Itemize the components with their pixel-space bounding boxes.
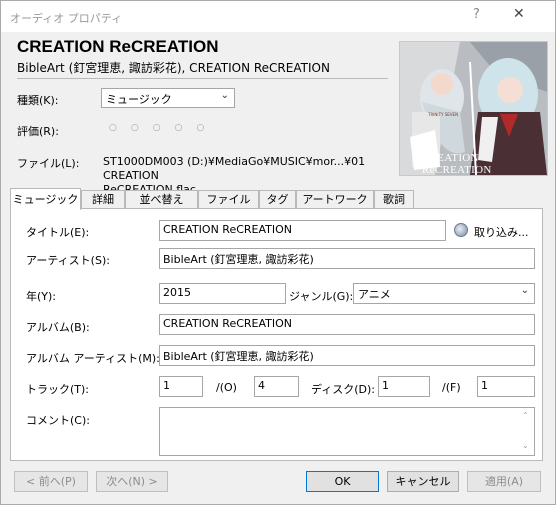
rating-star-icon[interactable]: ○ — [153, 123, 175, 133]
artist-label: アーティスト(S): — [26, 254, 110, 267]
tab-file[interactable]: ファイル — [198, 190, 259, 208]
rating-star-icon[interactable]: ○ — [175, 123, 197, 133]
year-input[interactable]: 2015 — [159, 283, 286, 304]
artist-input[interactable]: BibleArt (釘宮理恵, 諏訪彩花) — [159, 248, 535, 269]
close-button[interactable]: ✕ — [513, 6, 525, 22]
album-input[interactable]: CREATION ReCREATION — [159, 314, 535, 335]
globe-icon[interactable] — [454, 223, 468, 237]
comment-textarea[interactable] — [159, 407, 535, 456]
rating-stars[interactable]: ○○○○○ — [109, 123, 218, 133]
genre-select[interactable]: アニメ ⌄ — [353, 283, 535, 304]
window-title: オーディオ プロパティ — [10, 12, 123, 25]
audio-properties-dialog: オーディオ プロパティ ? ✕ CREATION ReCREATION Bibl… — [0, 0, 556, 505]
scroll-up-icon[interactable]: ⌃ — [522, 411, 529, 420]
year-label: 年(Y): — [26, 290, 57, 303]
import-link[interactable]: 取り込み... — [474, 224, 529, 240]
chevron-down-icon: ⌄ — [220, 90, 229, 101]
title-label: タイトル(E): — [26, 226, 90, 239]
genre-value: アニメ — [358, 288, 391, 301]
album-artist-label: アルバム アーティスト(M): — [26, 352, 160, 365]
file-label: ファイル(L): — [17, 157, 80, 170]
track-input[interactable]: 1 — [159, 376, 203, 397]
album-artwork: TRINITY SEVEN CREATION ReCREATION — [399, 41, 548, 176]
disc-of-label: /(F) — [442, 381, 461, 394]
artist-subtitle: BibleArt (釘宮理恵, 諏訪彩花), CREATION ReCREATI… — [17, 61, 330, 75]
track-total-input[interactable]: 4 — [254, 376, 299, 397]
album-artist-input[interactable]: BibleArt (釘宮理恵, 諏訪彩花) — [159, 345, 535, 366]
disc-label: ディスク(D): — [311, 383, 375, 396]
prev-button[interactable]: < 前へ(P) — [14, 471, 88, 492]
chevron-down-icon: ⌄ — [520, 285, 529, 296]
cancel-button[interactable]: キャンセル — [387, 471, 459, 492]
apply-button[interactable]: 適用(A) — [467, 471, 541, 492]
title-bar: オーディオ プロパティ ? ✕ — [1, 1, 555, 32]
next-button[interactable]: 次へ(N) > — [96, 471, 168, 492]
tab-tags[interactable]: タグ — [259, 190, 296, 208]
ok-button[interactable]: OK — [306, 471, 379, 492]
artwork-series-text: TRINITY SEVEN — [428, 112, 459, 117]
kind-select[interactable]: ミュージック ⌄ — [101, 88, 235, 108]
tab-label: ミュージック — [12, 193, 79, 206]
kind-value: ミュージック — [106, 93, 172, 106]
tab-label: アートワーク — [302, 193, 368, 206]
track-of-label: /(O) — [216, 381, 237, 394]
tab-music[interactable]: ミュージック — [10, 188, 81, 210]
help-button[interactable]: ? — [473, 7, 480, 22]
tab-label: 歌詞 — [383, 193, 405, 206]
kind-label: 種類(K): — [17, 94, 59, 107]
tab-lyrics[interactable]: 歌詞 — [374, 190, 414, 208]
rating-label: 評価(R): — [17, 125, 59, 138]
title-input[interactable]: CREATION ReCREATION — [159, 220, 446, 241]
tab-label: ファイル — [206, 193, 251, 206]
tab-sort[interactable]: 並べ替え — [125, 190, 198, 208]
tab-label: 並べ替え — [139, 193, 184, 206]
track-title-heading: CREATION ReCREATION — [17, 37, 219, 56]
disc-input[interactable]: 1 — [378, 376, 430, 397]
scroll-down-icon[interactable]: ⌄ — [522, 441, 529, 450]
tab-label: 詳細 — [92, 193, 114, 206]
tab-label: タグ — [266, 193, 289, 206]
disc-total-input[interactable]: 1 — [477, 376, 535, 397]
music-tab-panel: タイトル(E): CREATION ReCREATION 取り込み... アーテ… — [10, 208, 543, 461]
comment-label: コメント(C): — [26, 414, 90, 427]
rating-star-icon[interactable]: ○ — [196, 123, 218, 133]
rating-star-icon[interactable]: ○ — [131, 123, 153, 133]
header-divider — [17, 78, 388, 79]
album-label: アルバム(B): — [26, 321, 90, 334]
artwork-title-text: CREATION ReCREATION — [422, 152, 492, 176]
genre-label: ジャンル(G): — [289, 290, 354, 303]
rating-star-icon[interactable]: ○ — [109, 123, 131, 133]
tab-artwork[interactable]: アートワーク — [296, 190, 374, 208]
track-label: トラック(T): — [26, 383, 90, 396]
file-path-line1: ST1000DM003 (D:)¥MediaGo¥MUSIC¥mor...¥01… — [103, 155, 366, 182]
tab-details[interactable]: 詳細 — [81, 190, 125, 208]
